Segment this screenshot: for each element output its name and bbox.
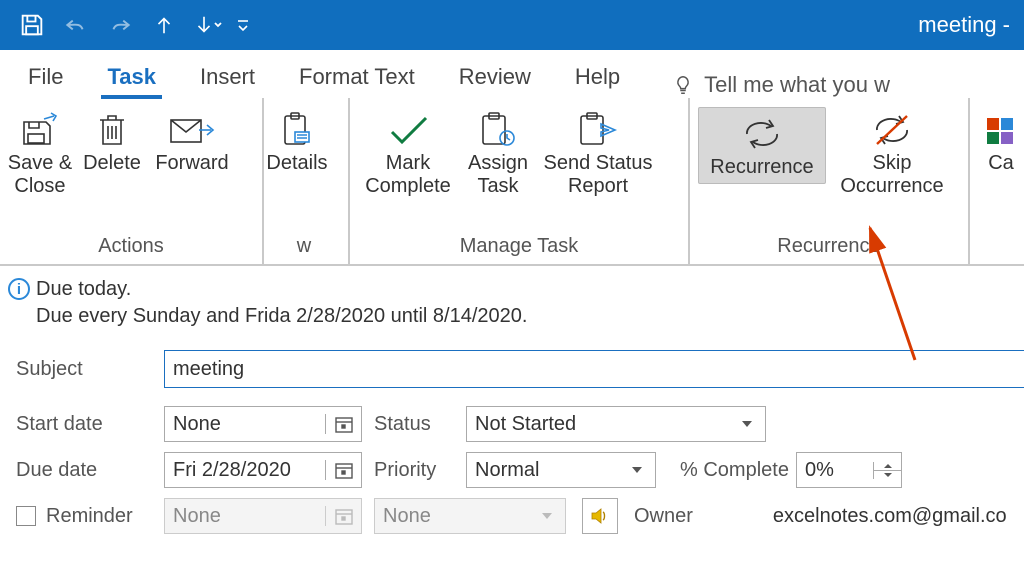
calendar-icon <box>325 506 361 526</box>
spinner-down-icon[interactable] <box>874 471 901 479</box>
owner-label: Owner <box>634 505 693 528</box>
subject-label: Subject <box>16 358 164 381</box>
reminder-sound-button[interactable] <box>582 498 618 534</box>
group-label-actions: Actions <box>4 231 258 264</box>
ribbon-group-tags: Ca <box>970 98 1024 264</box>
group-label-manage-task: Manage Task <box>354 231 684 264</box>
save-and-close-button[interactable]: Save & Close <box>4 104 76 202</box>
tab-review[interactable]: Review <box>437 56 553 98</box>
categorize-button[interactable]: Ca <box>974 104 1024 179</box>
window-title: meeting - <box>918 12 1014 38</box>
assign-task-button[interactable]: Assign Task <box>462 104 534 202</box>
due-date-label: Due date <box>16 459 164 482</box>
chevron-down-icon[interactable] <box>729 417 765 431</box>
chevron-down-icon[interactable] <box>619 463 655 477</box>
start-date-field[interactable]: None <box>164 406 362 442</box>
recurrence-button[interactable]: Recurrence <box>698 107 826 184</box>
previous-item-icon[interactable] <box>142 6 186 44</box>
spinner-up-icon[interactable] <box>874 462 901 471</box>
status-label: Status <box>362 413 466 436</box>
due-date-field[interactable]: Fri 2/28/2020 <box>164 452 362 488</box>
group-label-recurrence: Recurrence <box>694 231 964 264</box>
skip-occurrence-button[interactable]: Skip Occurrence <box>828 104 956 202</box>
tab-format-text[interactable]: Format Text <box>277 56 437 98</box>
quick-access-toolbar <box>10 6 256 44</box>
ribbon-group-actions: Save & Close Delete Forward <box>0 98 264 264</box>
send-status-report-button[interactable]: Send Status Report <box>534 104 662 202</box>
ribbon: Save & Close Delete Forward <box>0 98 1024 266</box>
mark-complete-button[interactable]: Mark Complete <box>354 104 462 202</box>
priority-combo[interactable]: Normal <box>466 452 656 488</box>
priority-label: Priority <box>362 459 466 482</box>
lightbulb-icon <box>672 74 694 96</box>
tab-file[interactable]: File <box>6 56 85 98</box>
calendar-icon[interactable] <box>325 460 361 480</box>
ribbon-group-show: Details w <box>264 98 350 264</box>
tab-insert[interactable]: Insert <box>178 56 277 98</box>
ribbon-group-manage-task: Mark Complete Assign Task <box>350 98 690 264</box>
task-form: Subject Start date None Status Not Start… <box>0 350 1024 534</box>
ribbon-group-recurrence: Recurrence Skip Occurrence Recurrence <box>690 98 970 264</box>
status-combo[interactable]: Not Started <box>466 406 766 442</box>
redo-icon[interactable] <box>98 6 142 44</box>
title-bar: meeting - <box>0 0 1024 50</box>
calendar-icon[interactable] <box>325 414 361 434</box>
subject-input[interactable] <box>164 350 1024 388</box>
percent-complete-label: % Complete <box>656 459 796 482</box>
owner-value: excelnotes.com@gmail.co <box>773 505 1007 528</box>
reminder-checkbox[interactable] <box>16 506 36 526</box>
tell-me-search[interactable]: Tell me what you w <box>672 72 890 98</box>
reminder-label: Reminder <box>46 505 133 528</box>
tab-help[interactable]: Help <box>553 56 642 98</box>
undo-icon[interactable] <box>54 6 98 44</box>
tell-me-text: Tell me what you w <box>704 72 890 98</box>
customize-qat-icon[interactable] <box>230 6 256 44</box>
ribbon-tabs: File Task Insert Format Text Review Help… <box>0 50 1024 98</box>
save-icon[interactable] <box>10 6 54 44</box>
info-line-2: Due every Sunday and Frida 2/28/2020 unt… <box>36 303 527 330</box>
delete-button[interactable]: Delete <box>76 104 148 179</box>
details-button[interactable]: Details <box>256 104 338 179</box>
info-bar: i Due today. Due every Sunday and Frida … <box>0 266 1024 332</box>
tab-task[interactable]: Task <box>85 56 178 98</box>
reminder-time-combo: None <box>374 498 566 534</box>
info-line-1: Due today. <box>36 276 527 303</box>
info-icon: i <box>8 278 30 300</box>
percent-complete-spinner[interactable]: 0% <box>796 452 902 488</box>
forward-button[interactable]: Forward <box>148 104 236 179</box>
chevron-down-icon <box>529 509 565 523</box>
start-date-label: Start date <box>16 413 164 436</box>
next-item-icon[interactable] <box>186 6 230 44</box>
group-label-show: w <box>264 231 344 264</box>
reminder-date-field: None <box>164 498 362 534</box>
